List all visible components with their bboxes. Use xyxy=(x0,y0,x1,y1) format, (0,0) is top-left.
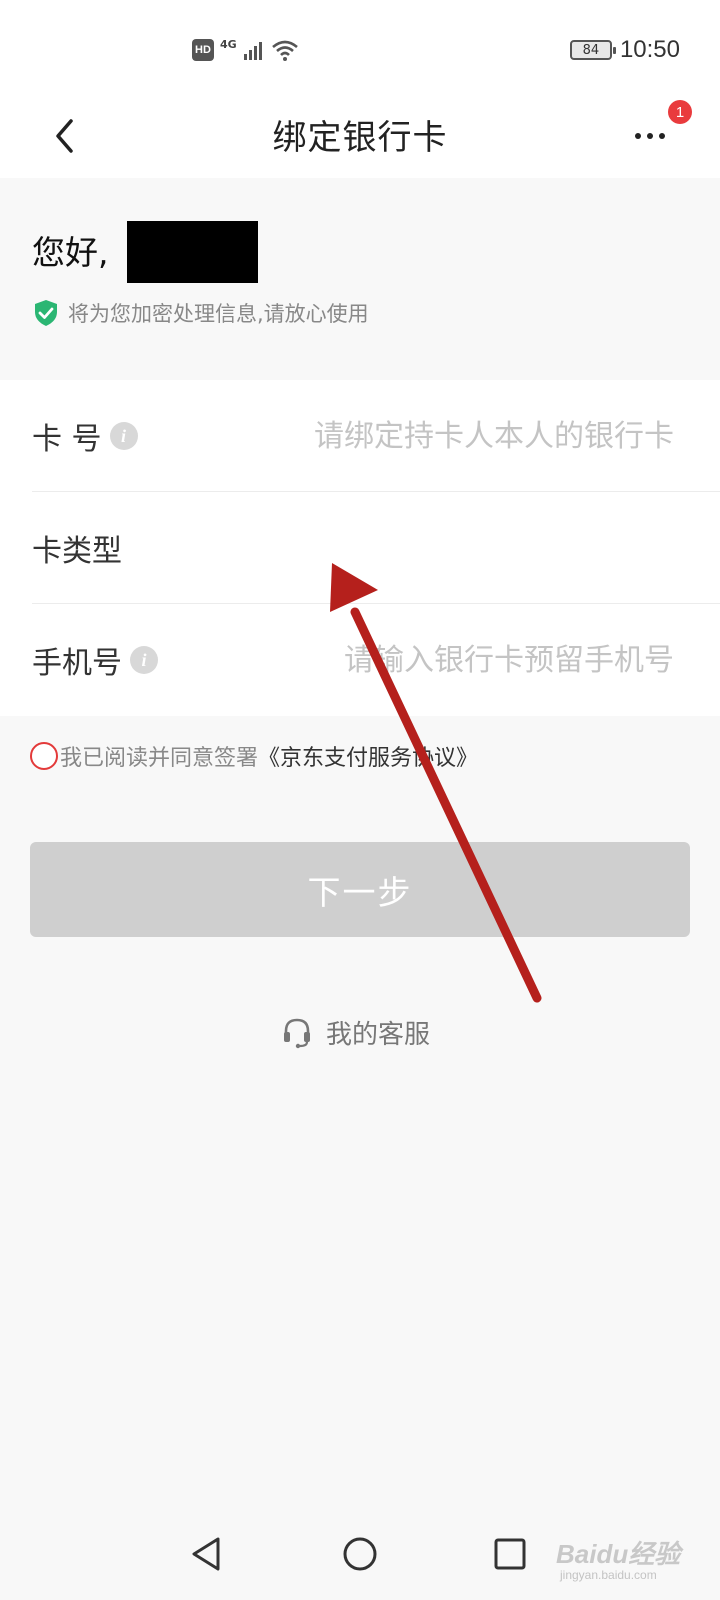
page-title: 绑定银行卡 xyxy=(272,118,448,158)
card-number-row: 卡 号 i xyxy=(32,380,720,492)
wifi-icon xyxy=(271,40,298,61)
customer-service-link[interactable]: 我的客服 xyxy=(282,1014,430,1051)
agreement-checkbox[interactable] xyxy=(30,742,58,770)
phone-row: 手机号 i xyxy=(32,604,720,716)
card-number-label: 卡 号 xyxy=(32,422,102,457)
greeting-text: 您好, xyxy=(32,233,109,272)
nav-recents-button[interactable] xyxy=(480,1524,540,1584)
header: 绑定银行卡 xyxy=(0,100,720,178)
hd-icon: HD xyxy=(192,39,214,61)
status-left: HD 4G xyxy=(192,38,299,62)
phone-label-group: 手机号 i xyxy=(32,638,158,682)
recent-square-icon xyxy=(494,1538,526,1570)
back-triangle-icon xyxy=(192,1537,220,1571)
status-bar: HD 4G 84 10:50 xyxy=(0,0,720,100)
status-right: 84 10:50 xyxy=(569,36,680,64)
card-number-input[interactable] xyxy=(254,380,674,492)
security-note-text: 将为您加密处理信息,请放心使用 xyxy=(68,302,369,326)
clock: 10:50 xyxy=(619,36,680,63)
network-type: 4G xyxy=(220,37,237,51)
greeting-section: 您好, 将为您加密处理信息,请放心使用 xyxy=(0,178,720,380)
headset-icon xyxy=(284,1018,310,1048)
nav-back-button[interactable] xyxy=(176,1524,236,1584)
info-icon[interactable]: i xyxy=(130,646,158,674)
baidu-watermark-url: jingyan.baidu.com xyxy=(560,1568,657,1582)
card-type-row[interactable]: 卡类型 xyxy=(32,492,720,604)
nav-home-button[interactable] xyxy=(330,1524,390,1584)
baidu-watermark: Baidu经验 xyxy=(556,1539,681,1569)
next-step-button[interactable]: 下一步 xyxy=(30,842,690,937)
agreement-row: 我已阅读并同意签署 《京东支付服务协议》 xyxy=(30,740,478,772)
phone-input[interactable] xyxy=(254,604,674,716)
card-number-label-group: 卡 号 i xyxy=(32,414,138,458)
battery-level: 84 xyxy=(582,42,600,58)
bank-card-form: 卡 号 i 卡类型 手机号 i xyxy=(0,380,720,716)
card-type-label: 卡类型 xyxy=(32,534,122,569)
info-icon[interactable]: i xyxy=(109,422,138,450)
battery-icon: 84 xyxy=(569,40,616,60)
home-circle-icon xyxy=(343,1537,377,1571)
signal-icon xyxy=(243,42,262,60)
phone-label: 手机号 xyxy=(32,646,122,681)
notification-badge: 1 xyxy=(668,100,692,124)
card-type-label-group: 卡类型 xyxy=(32,526,122,570)
agreement-link[interactable]: 《京东支付服务协议》 xyxy=(258,740,478,772)
more-dots-icon xyxy=(635,133,665,139)
security-note: 将为您加密处理信息,请放心使用 xyxy=(34,298,369,328)
redacted-username xyxy=(127,221,258,283)
shield-check-icon xyxy=(35,300,57,326)
customer-service-label: 我的客服 xyxy=(326,1020,431,1050)
agreement-text: 我已阅读并同意签署 xyxy=(60,746,259,771)
